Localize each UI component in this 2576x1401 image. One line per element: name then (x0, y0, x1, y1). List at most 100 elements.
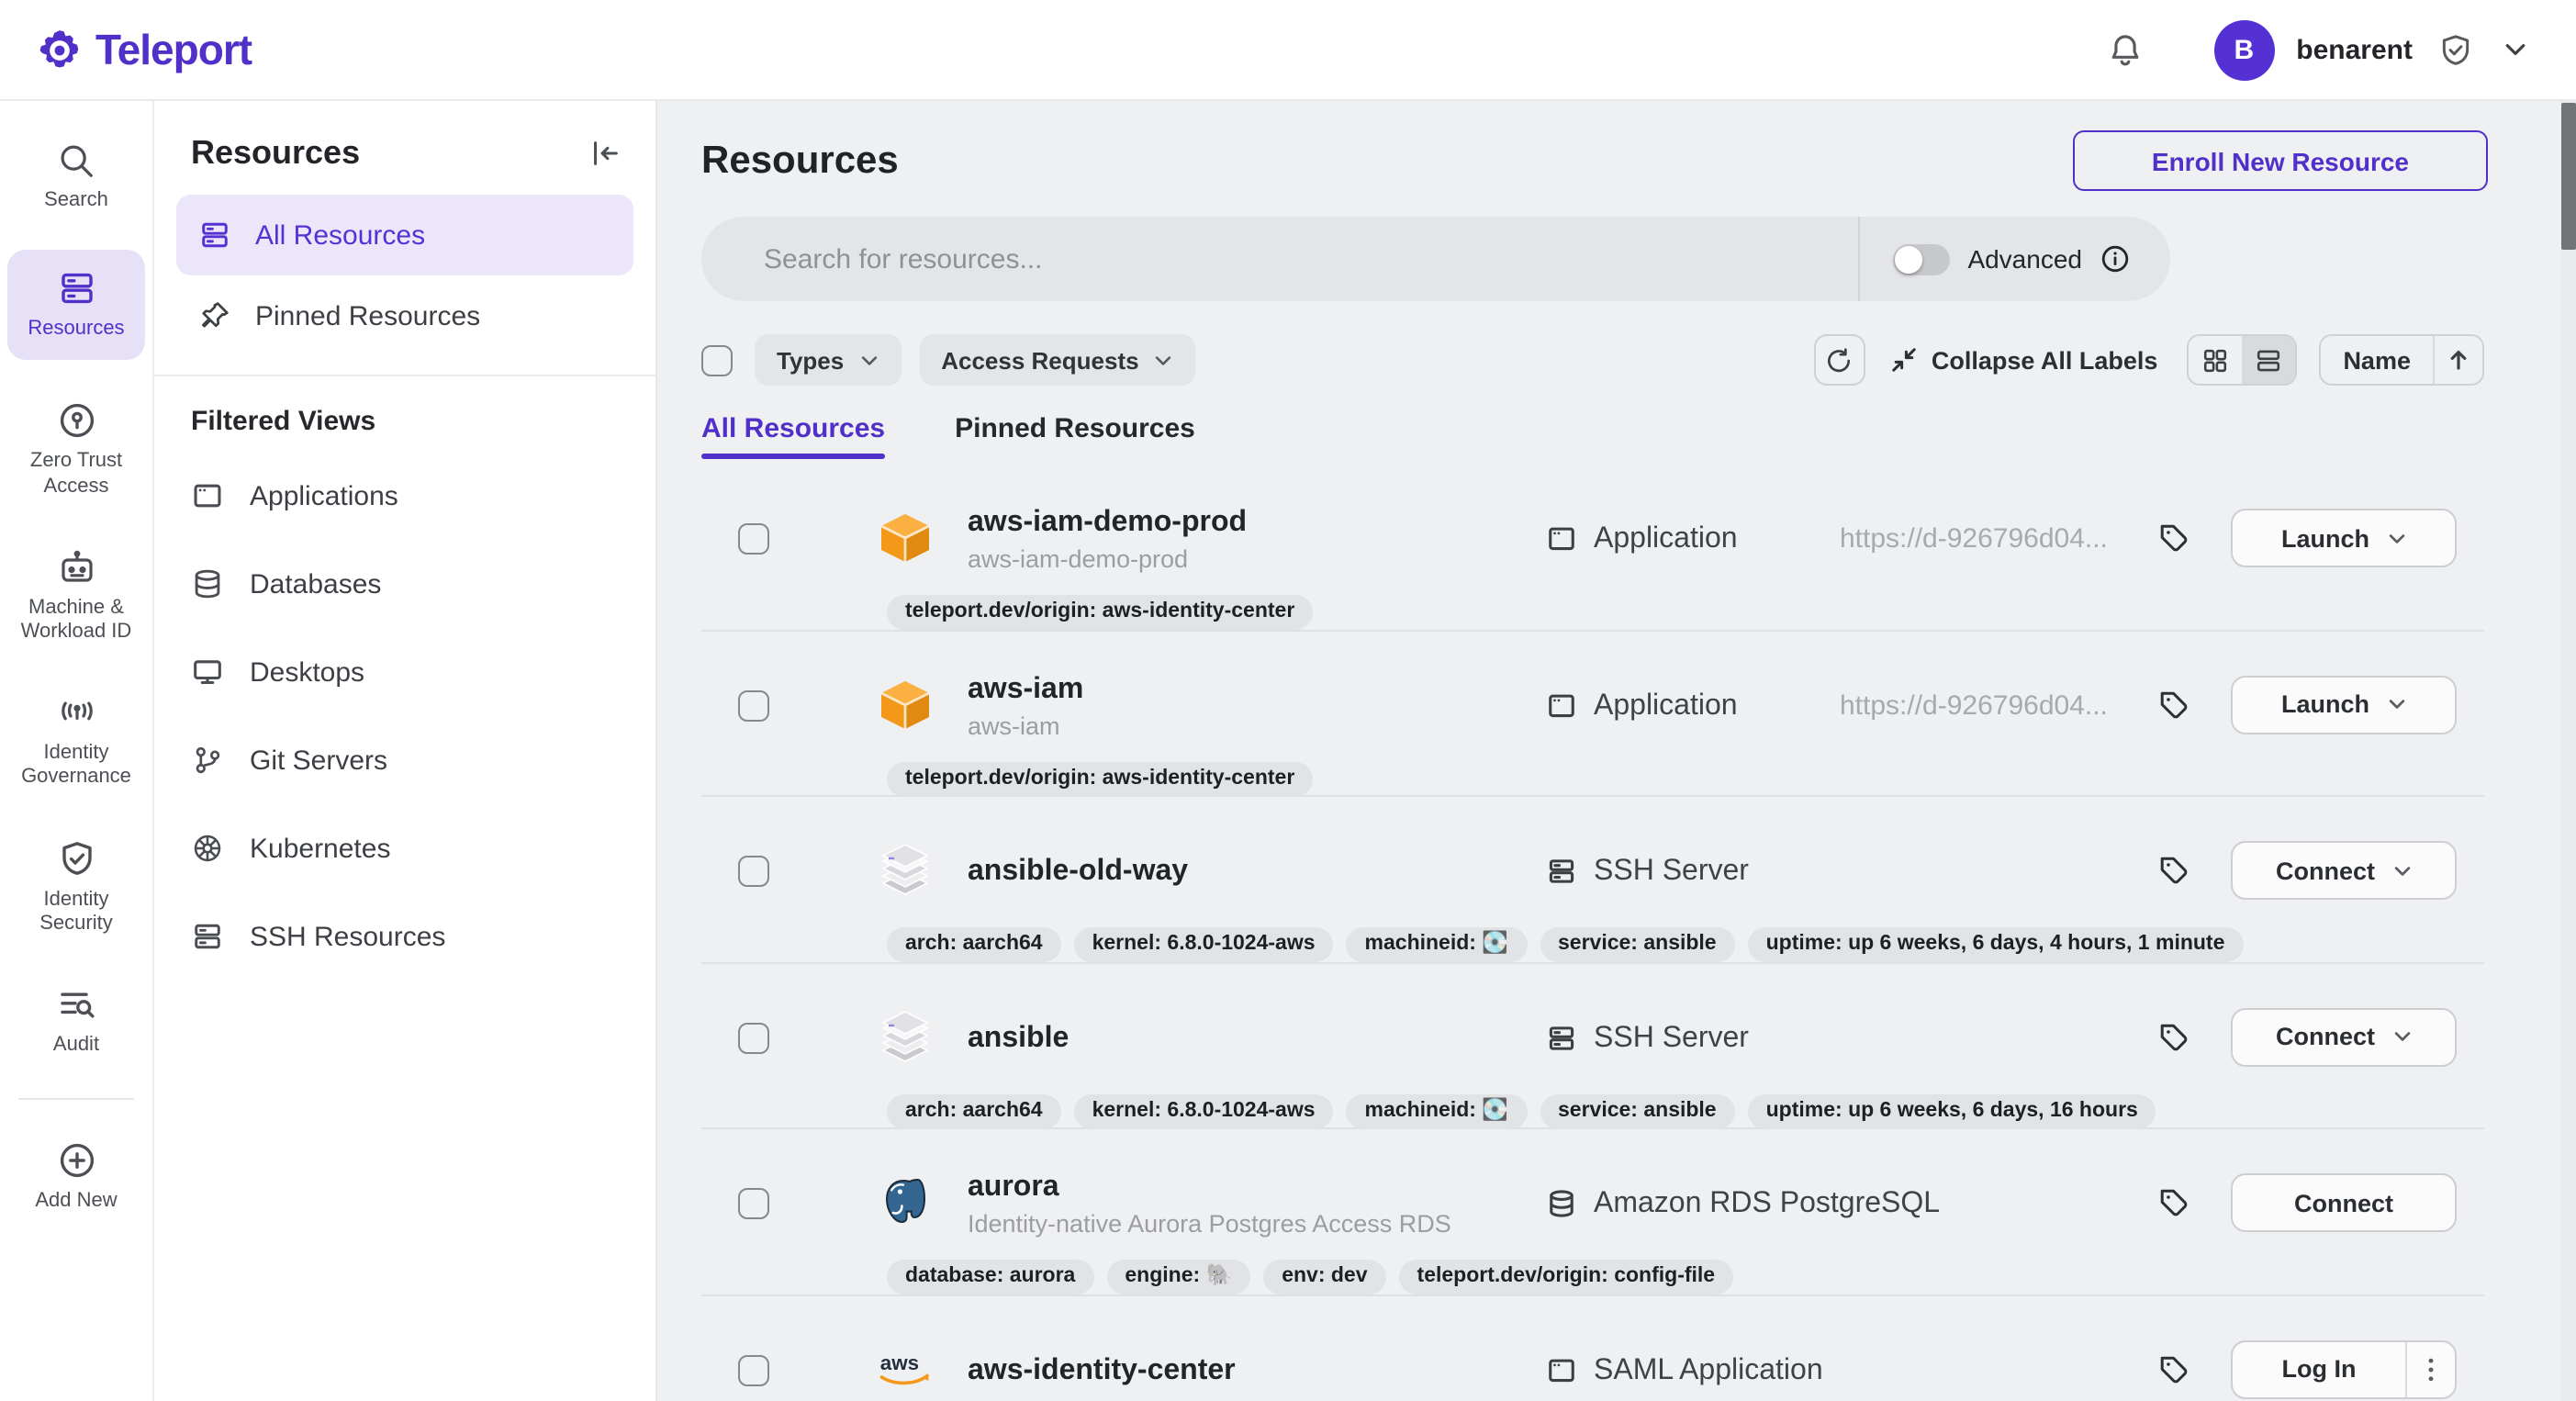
filter-item-databases[interactable]: Databases (154, 540, 655, 628)
filter-item-git-servers[interactable]: Git Servers (154, 716, 655, 804)
grid-view-button[interactable] (2189, 336, 2242, 384)
connect-button[interactable]: Connect (2231, 1173, 2457, 1232)
select-all-checkbox[interactable] (701, 344, 733, 375)
panel-item-all-resources[interactable]: All Resources (176, 195, 633, 275)
sidebar-item-identity-governance[interactable]: Identity Governance (7, 681, 145, 801)
label-pill[interactable]: machineid: 💽 (1347, 927, 1527, 962)
panel-item-pinned-resources[interactable]: Pinned Resources (176, 275, 633, 356)
tab-all-resources[interactable]: All Resources (701, 413, 885, 459)
access-requests-filter-button[interactable]: Access Requests (919, 334, 1195, 386)
resource-name[interactable]: ansible (968, 1020, 1069, 1055)
resource-name[interactable]: aws-iam-demo-prod (968, 505, 1247, 540)
filter-item-desktops[interactable]: Desktops (154, 628, 655, 716)
resource-address: https://d-926796d04... (1840, 523, 2108, 556)
tag-icon[interactable] (2157, 1020, 2190, 1053)
label-pill[interactable]: service: ansible (1540, 1093, 1735, 1128)
label-pill[interactable]: arch: aarch64 (887, 927, 1061, 962)
scrollbar-thumb[interactable] (2561, 103, 2576, 250)
ansible-stack-icon (876, 1007, 935, 1066)
resource-name[interactable]: aws-identity-center (968, 1352, 1236, 1387)
sidebar-item-zero-trust-access[interactable]: Zero Trust Access (7, 390, 145, 510)
body: Search Resources Zero Trust Access (0, 101, 2576, 1401)
tag-icon[interactable] (2157, 688, 2190, 721)
scrollbar[interactable] (2561, 101, 2576, 1401)
resource-row-aurora: aurora Identity-native Aurora Postgres A… (701, 1129, 2484, 1295)
sidebar-item-machine-workload-id[interactable]: Machine & Workload ID (7, 536, 145, 656)
label-pills: teleport.dev/origin: aws-identity-center (887, 761, 1313, 796)
sort-ascending-icon (2435, 349, 2482, 371)
application-type-icon (1546, 1354, 1577, 1385)
collapse-all-labels-button[interactable]: Collapse All Labels (1891, 346, 2158, 374)
resource-name[interactable]: aurora (968, 1170, 1451, 1205)
collapse-panel-icon[interactable] (588, 136, 622, 171)
sidebar-item-search[interactable]: Search (7, 130, 145, 224)
teleport-logo[interactable]: Teleport (37, 25, 252, 74)
row-checkbox[interactable] (738, 689, 769, 721)
tag-icon[interactable] (2157, 1352, 2190, 1385)
aws-cube-icon (876, 675, 935, 734)
label-pill[interactable]: database: aurora (887, 1260, 1093, 1295)
connect-button[interactable]: Connect (2231, 1007, 2457, 1066)
resource-name[interactable]: aws-iam (968, 671, 1083, 706)
robot-icon (56, 547, 96, 588)
label-pill[interactable]: machineid: 💽 (1347, 1093, 1527, 1128)
tag-icon[interactable] (2157, 521, 2190, 555)
application-type-icon (1546, 523, 1577, 555)
label-pills: teleport.dev/origin: aws-identity-center (887, 595, 1313, 630)
view-mode-toggle (2187, 334, 2297, 386)
row-checkbox[interactable] (738, 523, 769, 555)
label-pill[interactable]: kernel: 6.8.0-1024-aws (1074, 1093, 1334, 1128)
filter-item-ssh-resources[interactable]: SSH Resources (154, 892, 655, 981)
sidebar-divider (18, 1098, 134, 1100)
connect-button[interactable]: Connect (2231, 841, 2457, 900)
tag-icon[interactable] (2157, 854, 2190, 887)
sidebar-item-add-new[interactable]: Add New (7, 1129, 145, 1225)
server-stack-icon (56, 268, 96, 308)
sidebar-item-audit[interactable]: Audit (7, 973, 145, 1069)
enroll-new-resource-button[interactable]: Enroll New Resource (2073, 130, 2488, 191)
tab-pinned-resources[interactable]: Pinned Resources (955, 413, 1195, 459)
search-input[interactable] (701, 217, 1857, 301)
info-icon[interactable] (2100, 244, 2130, 274)
kebab-menu-icon[interactable] (2407, 1356, 2455, 1382)
resource-list: aws-iam-demo-prod aws-iam-demo-prod Appl… (701, 465, 2484, 1401)
filter-item-kubernetes[interactable]: Kubernetes (154, 804, 655, 892)
tag-icon[interactable] (2157, 1186, 2190, 1219)
device-trust-shield-icon[interactable] (2438, 32, 2473, 67)
resource-name[interactable]: ansible-old-way (968, 854, 1188, 889)
resource-subtitle: Identity-native Aurora Postgres Access R… (968, 1208, 1451, 1239)
refresh-button[interactable] (1814, 334, 1865, 386)
monitor-icon (191, 656, 224, 689)
label-pills: arch: aarch64 kernel: 6.8.0-1024-aws mac… (887, 1093, 2156, 1128)
row-checkbox[interactable] (738, 1354, 769, 1385)
label-pill[interactable]: kernel: 6.8.0-1024-aws (1074, 927, 1334, 962)
list-view-button[interactable] (2242, 336, 2295, 384)
filter-item-applications[interactable]: Applications (154, 452, 655, 540)
advanced-toggle[interactable] (1892, 243, 1949, 275)
label-pill[interactable]: env: dev (1263, 1260, 1385, 1295)
label-pill[interactable]: teleport.dev/origin: config-file (1399, 1260, 1734, 1295)
label-pill[interactable]: engine: 🐘 (1106, 1260, 1250, 1295)
notifications-bell-icon[interactable] (2105, 30, 2144, 69)
label-pill[interactable]: teleport.dev/origin: aws-identity-center (887, 761, 1313, 796)
types-filter-button[interactable]: Types (755, 334, 901, 386)
sidebar: Search Resources Zero Trust Access (0, 101, 154, 1401)
row-checkbox[interactable] (738, 1022, 769, 1053)
sidebar-item-resources[interactable]: Resources (7, 250, 145, 360)
label-pill[interactable]: uptime: up 6 weeks, 6 days, 4 hours, 1 m… (1748, 927, 2244, 962)
label-pill[interactable]: service: ansible (1540, 927, 1735, 962)
label-pill[interactable]: teleport.dev/origin: aws-identity-center (887, 595, 1313, 630)
user-menu-chevron-icon[interactable] (2503, 37, 2528, 62)
label-pill[interactable]: uptime: up 6 weeks, 6 days, 16 hours (1748, 1093, 2156, 1128)
label-pill[interactable]: arch: aarch64 (887, 1093, 1061, 1128)
row-checkbox[interactable] (738, 856, 769, 887)
launch-button[interactable]: Launch (2231, 509, 2457, 567)
avatar[interactable]: B (2213, 19, 2274, 80)
sort-button[interactable]: Name (2319, 334, 2484, 386)
launch-button[interactable]: Launch (2231, 675, 2457, 734)
helm-wheel-icon (191, 832, 224, 865)
resources-panel: Resources All Resources (154, 101, 657, 1401)
row-checkbox[interactable] (738, 1188, 769, 1219)
sidebar-item-identity-security[interactable]: Identity Security (7, 827, 145, 947)
log-in-button[interactable]: Log In (2231, 1339, 2457, 1398)
